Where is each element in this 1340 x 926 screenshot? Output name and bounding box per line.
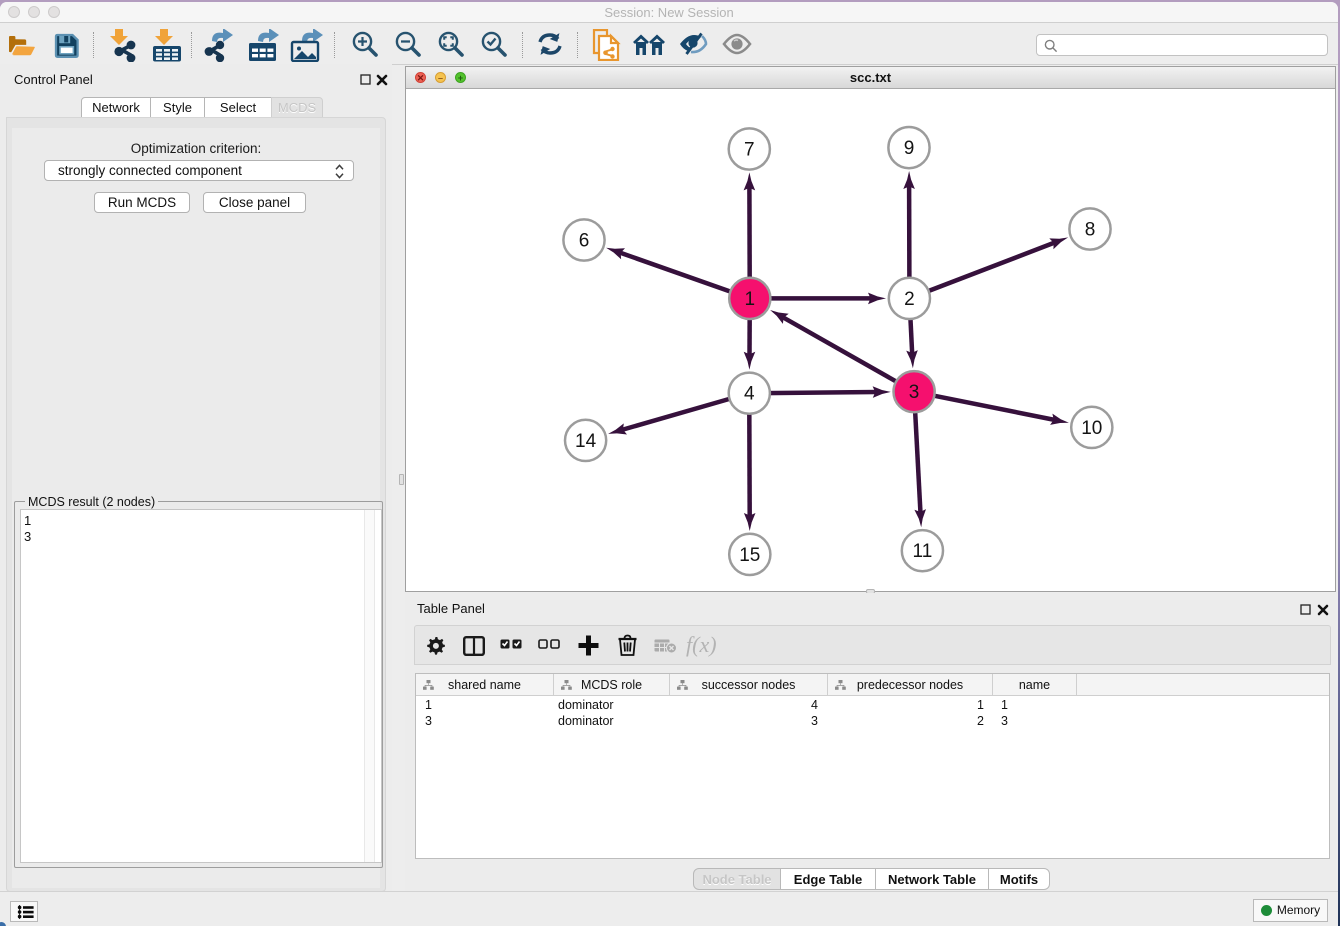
svg-text:14: 14 <box>575 431 597 452</box>
svg-text:8: 8 <box>1085 220 1096 241</box>
svg-text:9: 9 <box>904 138 915 159</box>
svg-text:2: 2 <box>904 289 915 310</box>
svg-text:10: 10 <box>1081 418 1102 439</box>
svg-text:6: 6 <box>579 231 590 252</box>
svg-text:4: 4 <box>744 384 755 405</box>
svg-text:15: 15 <box>739 545 760 566</box>
svg-text:3: 3 <box>909 382 920 403</box>
svg-text:1: 1 <box>745 289 756 310</box>
svg-text:11: 11 <box>913 541 933 562</box>
svg-text:7: 7 <box>744 140 755 161</box>
